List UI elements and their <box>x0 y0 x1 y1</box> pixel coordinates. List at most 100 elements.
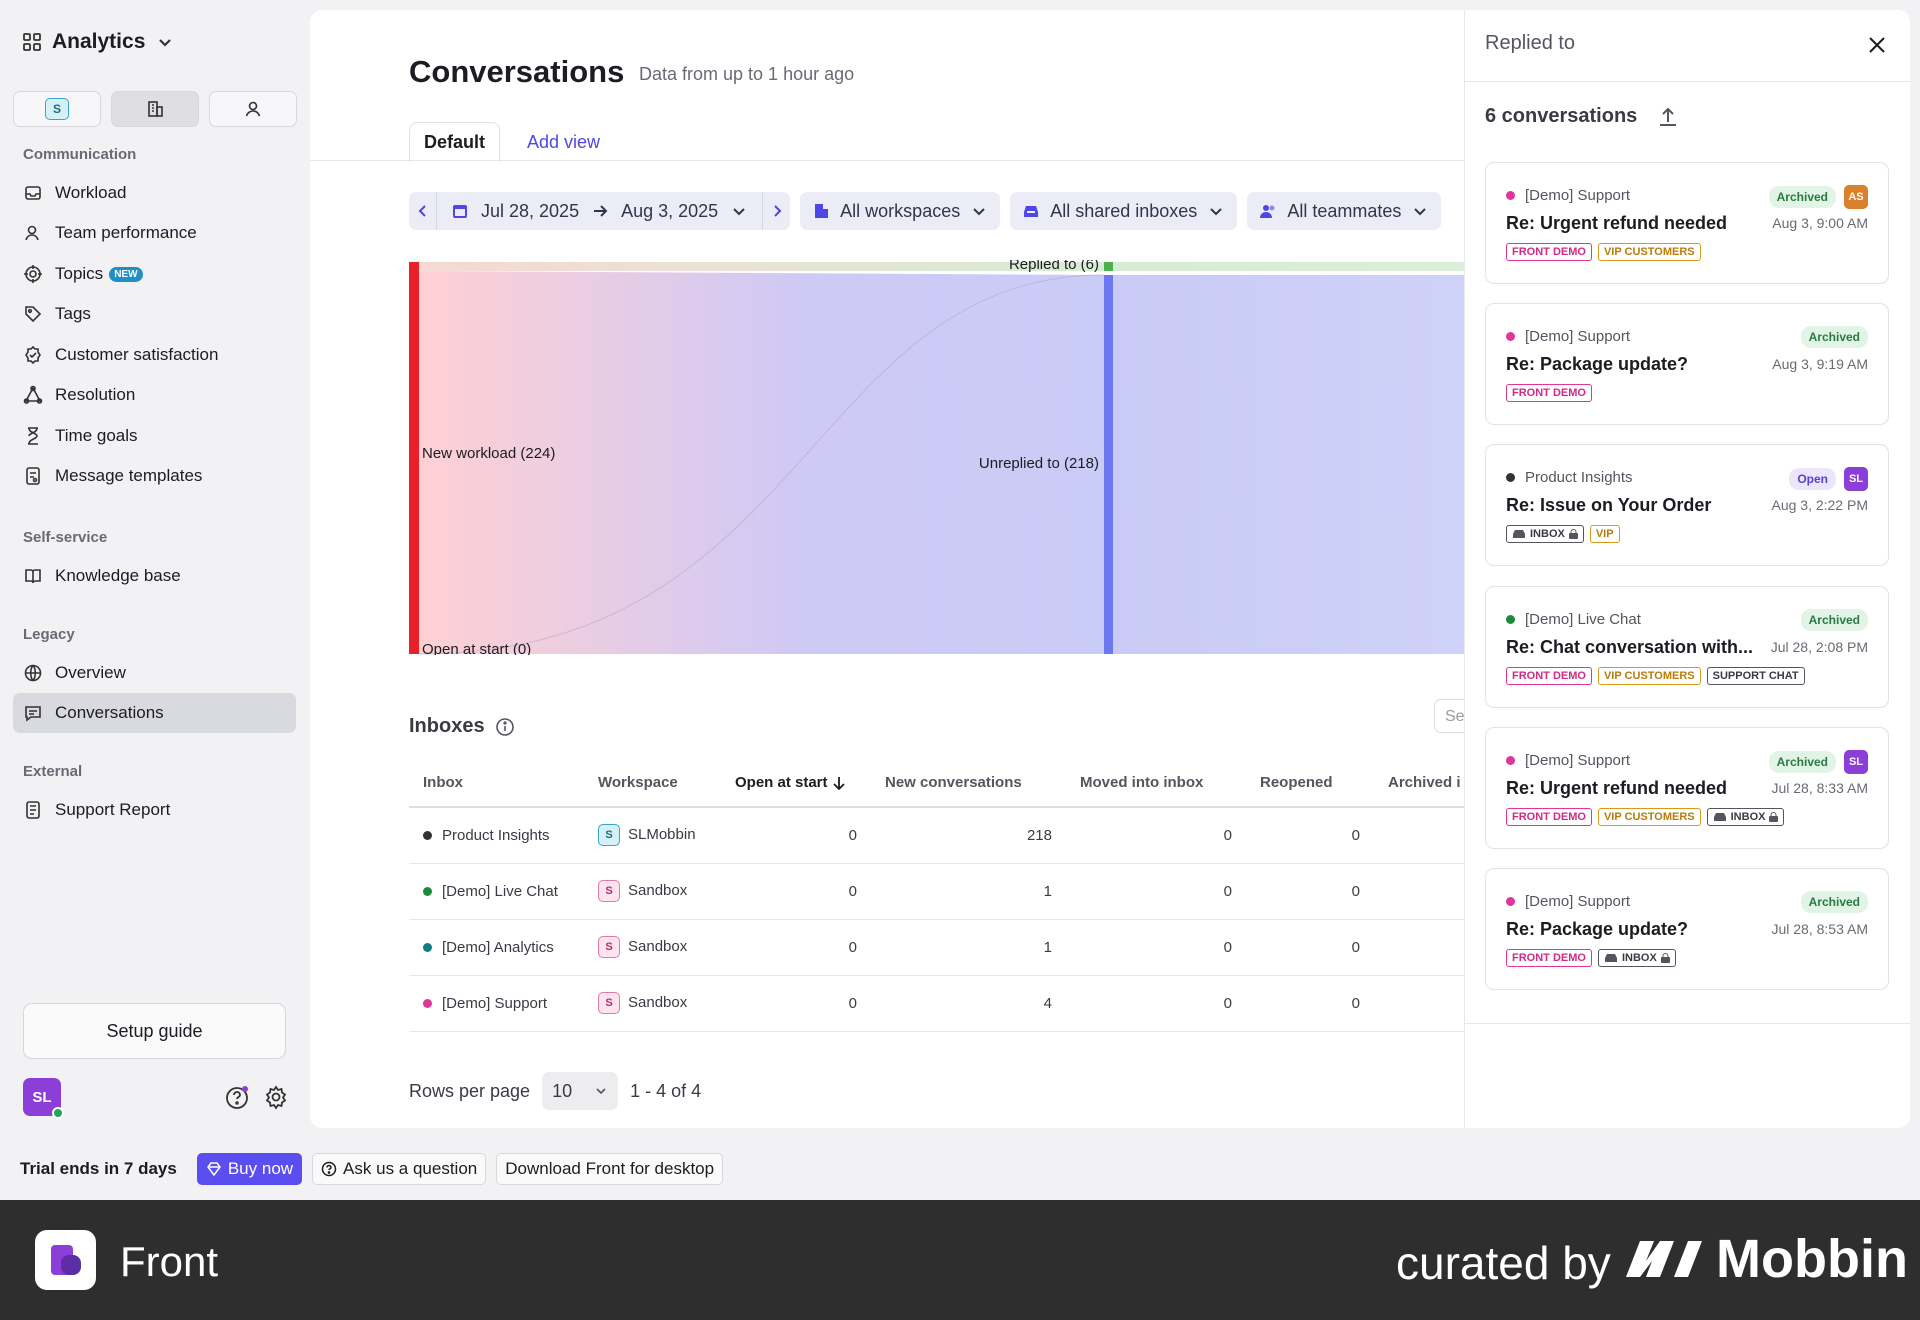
inboxes-title: Inboxes <box>409 715 485 737</box>
tab-add-view[interactable]: Add view <box>527 122 600 162</box>
tag-icon <box>25 306 42 323</box>
card-subject: Re: Package update? <box>1506 919 1689 939</box>
workspace-badge: S <box>598 880 620 902</box>
sidebar-item-team-performance[interactable]: Team performance <box>13 213 296 253</box>
table-row[interactable]: Product Insights S SLMobbin 0 218 0 0 <box>409 807 1475 864</box>
page-subtitle: Data from up to 1 hour ago <box>639 64 855 84</box>
conversation-card[interactable]: [Demo] Support Archived Re: Package update… <box>1485 303 1889 426</box>
sidebar-item-topics[interactable]: Topics NEW <box>13 254 296 294</box>
flow-unreplied-out <box>1113 275 1509 654</box>
conversation-card[interactable]: Product Insights Open SL Re: Issue on Your … <box>1485 444 1889 567</box>
inboxes-filter[interactable]: All shared inboxes <box>1010 192 1238 230</box>
sidebar-item-label: Team performance <box>55 223 197 242</box>
gear-icon[interactable] <box>263 1084 289 1110</box>
card-tags: INBOX VIP <box>1506 525 1620 544</box>
tag-chip: VIP CUSTOMERS <box>1597 243 1701 261</box>
tag-chip: FRONT DEMO <box>1506 807 1592 826</box>
tag-chip: VIP CUSTOMERS <box>1597 666 1701 685</box>
sidebar-item-overview[interactable]: Overview <box>13 653 296 693</box>
col-inbox[interactable]: Inbox <box>409 759 584 808</box>
book-icon <box>25 569 41 584</box>
card-badges: Archived AS <box>1768 185 1868 209</box>
inbox-tray-icon <box>1604 954 1617 962</box>
close-icon[interactable] <box>1866 34 1888 56</box>
badge-check-icon <box>25 345 41 365</box>
arrow-down-icon <box>833 777 845 791</box>
col-reopened[interactable]: Reopened <box>1246 759 1374 808</box>
prev-range-button[interactable] <box>409 192 437 230</box>
lock-icon <box>1568 529 1578 540</box>
front-logo-icon <box>50 1245 81 1275</box>
tab-default[interactable]: Default <box>409 122 501 162</box>
tag-label: VIP <box>1595 528 1614 541</box>
workspace-toggle[interactable]: S <box>13 91 101 127</box>
sidebar-item-tags[interactable]: Tags <box>13 294 296 334</box>
sidebar-item-knowledge-base[interactable]: Knowledge base <box>13 556 296 596</box>
ask-question-button[interactable]: Ask us a question <box>312 1153 487 1185</box>
download-desktop-button[interactable]: Download Front for desktop <box>496 1153 724 1185</box>
teammate-toggle[interactable] <box>209 91 297 127</box>
workspace-name: SLMobbin <box>628 826 696 844</box>
sidebar-item-label: Knowledge base <box>55 566 181 585</box>
label-unreplied-to: Unreplied to (218) <box>979 455 1099 472</box>
rows-per-page-select[interactable]: 10 <box>542 1072 619 1110</box>
arrow-right-icon <box>594 205 608 217</box>
card-inbox-name: [Demo] Support <box>1525 328 1631 346</box>
footer-banner: Front curated by Mobbin <box>0 1200 1920 1320</box>
workspaces-filter[interactable]: All workspaces <box>800 192 1001 230</box>
setup-guide-button[interactable]: Setup guide <box>23 1003 286 1059</box>
sidebar-item-message-templates[interactable]: Message templates <box>13 456 296 496</box>
new-badge: NEW <box>109 266 143 282</box>
panel-bottom-divider <box>1465 1023 1911 1024</box>
chevron-left-icon <box>418 205 426 217</box>
table-row[interactable]: [Demo] Analytics S Sandbox 0 1 0 0 <box>409 919 1475 976</box>
conversation-card[interactable]: [Demo] Support Archived Re: Package update… <box>1485 868 1889 990</box>
ask-question-label: Ask us a question <box>343 1159 478 1178</box>
col-moved-into-inbox[interactable]: Moved into inbox <box>1066 759 1246 808</box>
sidebar-item-label: Topics <box>55 264 104 283</box>
conversation-card[interactable]: [Demo] Support Archived SL Re: Urgent refun… <box>1485 726 1889 849</box>
conversation-card[interactable]: [Demo] Support Archived AS Re: Urgent refun… <box>1485 162 1889 284</box>
card-inbox-name: Product Insights <box>1525 469 1633 487</box>
tag-label: FRONT DEMO <box>1512 952 1586 964</box>
company-toggle[interactable] <box>111 91 199 127</box>
col-open-at-start[interactable]: Open at start <box>721 759 871 808</box>
sidebar-item-customer-satisfaction[interactable]: Customer satisfaction <box>13 335 296 375</box>
users-icon <box>1260 205 1275 218</box>
info-icon[interactable] <box>495 717 515 737</box>
tag-label: FRONT DEMO <box>1512 387 1586 400</box>
section-communication: Communication <box>23 146 137 163</box>
sidebar-item-conversations[interactable]: Conversations <box>13 693 296 733</box>
table-row[interactable]: [Demo] Support S Sandbox 0 4 0 0 <box>409 975 1475 1032</box>
tag-label: INBOX <box>1530 528 1565 541</box>
workspace-badge: S <box>598 936 620 958</box>
cell-workspace: S Sandbox <box>584 863 721 920</box>
table-row[interactable]: [Demo] Live Chat S Sandbox 0 1 0 0 <box>409 863 1475 920</box>
cell-reopened: 0 <box>1246 919 1374 976</box>
tag-chip: INBOX <box>1706 807 1785 826</box>
triangle-nodes-icon <box>23 385 43 404</box>
help-icon[interactable] <box>224 1084 250 1110</box>
avatar[interactable]: SL <box>23 1078 64 1119</box>
conversation-card[interactable]: [Demo] Live Chat Archived Re: Chat convers… <box>1485 585 1889 708</box>
cell-workspace: S Sandbox <box>584 919 721 976</box>
export-icon[interactable] <box>1657 106 1679 128</box>
col-new-conversations[interactable]: New conversations <box>871 759 1066 808</box>
teammates-filter[interactable]: All teammates <box>1247 192 1442 230</box>
sidebar-item-resolution[interactable]: Resolution <box>13 375 296 415</box>
app-switcher[interactable]: Analytics <box>22 30 175 54</box>
date-range-picker[interactable]: Jul 28, 2025 Aug 3, 2025 <box>437 201 762 222</box>
sidebar-item-time-goals[interactable]: Time goals <box>13 416 296 456</box>
status-badge: Archived <box>1768 750 1836 773</box>
sidebar-item-label: Time goals <box>55 426 138 445</box>
card-tags: FRONT DEMO VIP CUSTOMERS INBOX <box>1506 807 1785 826</box>
next-range-button[interactable] <box>762 192 790 230</box>
card-tags: FRONT DEMO <box>1506 384 1592 403</box>
sidebar-item-workload[interactable]: Workload <box>13 173 296 213</box>
sidebar-item-support-report[interactable]: Support Report <box>13 790 296 830</box>
chevron-down-icon <box>596 1088 606 1095</box>
assignee-avatar: AS <box>1844 185 1868 209</box>
col-archived[interactable]: Archived i <box>1374 759 1475 808</box>
col-workspace[interactable]: Workspace <box>584 759 721 808</box>
buy-now-button[interactable]: Buy now <box>196 1153 303 1185</box>
